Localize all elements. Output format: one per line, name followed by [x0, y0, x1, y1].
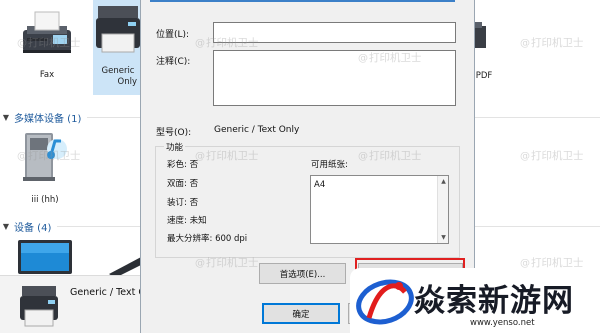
watermark: @打印机卫士 [17, 150, 81, 162]
ok-button-label: 确定 [292, 309, 310, 320]
model-value: Generic / Text Only [214, 125, 300, 135]
fax-icon [23, 11, 71, 53]
ok-button[interactable]: 确定 [262, 303, 340, 324]
preferences-button[interactable]: 首选项(E)... [259, 263, 346, 284]
device-monitor[interactable] [16, 238, 78, 278]
device-media[interactable]: iii (hh) [14, 127, 76, 209]
logo-mark-icon [356, 279, 414, 325]
chevron-down-icon[interactable]: ▼ [0, 222, 12, 231]
scroll-down-icon[interactable]: ▼ [438, 232, 449, 243]
printer-icon [20, 286, 58, 327]
watermark: @打印机卫士 [520, 37, 584, 49]
preferences-button-label: 首选项(E)... [279, 269, 326, 280]
section-title: 设备 (4) [14, 222, 52, 234]
paper-label: 可用纸张: [311, 160, 348, 170]
feature-duplex: 双面: 否 [167, 179, 199, 189]
logo-text: 焱索新游网 [414, 283, 574, 319]
device-generic-label: Generic [101, 66, 135, 76]
chevron-down-icon[interactable]: ▼ [0, 113, 12, 122]
features-title: 功能 [164, 141, 186, 153]
feature-color: 彩色: 否 [167, 160, 199, 170]
device-generic-label-2: Only [117, 77, 137, 87]
keyboard-icon [109, 256, 143, 278]
watermark: @打印机卫士 [17, 37, 81, 49]
section-title: 多媒体设备 (1) [14, 113, 82, 125]
watermark: @打印机卫士 [520, 150, 584, 162]
selected-device-name: Generic / Text C [70, 287, 145, 298]
feature-speed: 速度: 未知 [167, 216, 207, 226]
watermark: @打印机卫士 [358, 52, 422, 64]
comment-label: 注释(C): [156, 57, 191, 67]
watermark: @打印机卫士 [195, 150, 259, 162]
watermark: @打印机卫士 [358, 150, 422, 162]
tab-strip-border [150, 0, 455, 2]
device-fax-label: Fax [39, 70, 55, 80]
device-media-label: iii (hh) [31, 195, 59, 205]
paper-scrollbar[interactable]: ▲ ▼ [437, 176, 448, 243]
feature-max-resolution: 最大分辨率: 600 dpi [167, 234, 248, 244]
paper-item[interactable]: A4 [314, 180, 325, 190]
location-label: 位置(L): [156, 30, 190, 40]
feature-staple: 装订: 否 [167, 198, 199, 208]
printer-icon [96, 6, 140, 53]
logo-url: www.yenso.net [470, 318, 535, 328]
watermark: @打印机卫士 [195, 257, 259, 269]
paper-listbox[interactable]: A4 ▲ ▼ [310, 175, 449, 244]
scroll-up-icon[interactable]: ▲ [438, 176, 449, 187]
device-keyboard[interactable] [103, 250, 143, 278]
watermark: @打印机卫士 [195, 37, 259, 49]
device-generic-text-only[interactable]: Generic Only [93, 0, 143, 95]
monitor-icon [18, 240, 72, 274]
model-label: 型号(O): [156, 128, 192, 138]
